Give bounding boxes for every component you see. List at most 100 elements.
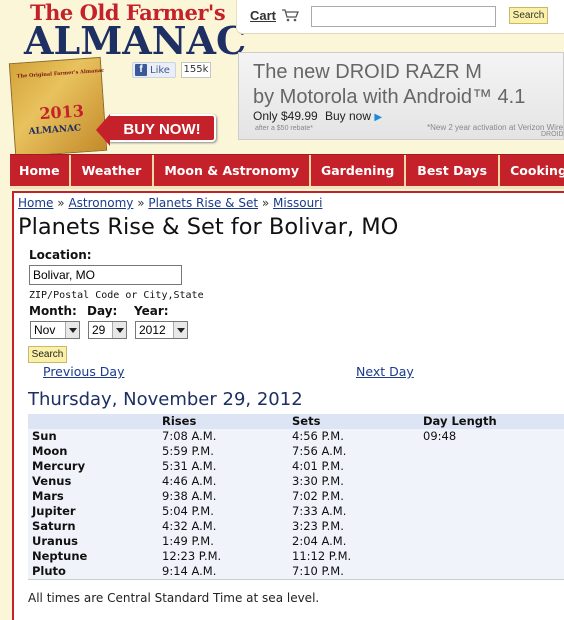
set-time: 11:12 P.M.: [292, 549, 352, 563]
rise-time: 7:08 A.M.: [162, 429, 217, 443]
day-length: [423, 459, 564, 474]
almanac-book-image[interactable]: The Original Farmer's Almanac 2013 ALMAN…: [8, 56, 108, 158]
day-length: [423, 549, 564, 564]
ad-fine-print-brand: DROID: [541, 131, 564, 138]
date-heading: Thursday, November 29, 2012: [28, 389, 303, 410]
year-select[interactable]: 2012: [135, 321, 188, 339]
nav-best-days[interactable]: Best Days: [406, 155, 501, 186]
nav-gardening[interactable]: Gardening: [311, 155, 407, 186]
location-label: Location:: [29, 248, 92, 262]
set-time: 7:33 A.M.: [292, 504, 347, 518]
ad-buy-label: Buy now: [325, 109, 372, 123]
set-time: 4:01 P.M.: [292, 459, 344, 473]
page-title: Planets Rise & Set for Bolivar, MO: [18, 214, 399, 240]
table-row: Uranus 1:49 P.M. 2:04 A.M.: [28, 534, 564, 549]
nav-divider: [10, 186, 564, 189]
rise-time: 12:23 P.M.: [162, 549, 222, 563]
planet-name: Moon: [32, 444, 68, 458]
next-day-link[interactable]: Next Day: [356, 364, 414, 379]
chevron-down-icon: [173, 322, 187, 338]
ad-headline: The new DROID RAZR M: [253, 61, 482, 83]
chevron-down-icon: [65, 322, 79, 338]
nav-home[interactable]: Home: [10, 155, 71, 186]
cart-icon[interactable]: [281, 8, 299, 22]
set-time: 3:23 P.M.: [292, 519, 344, 533]
planet-name: Jupiter: [32, 504, 76, 518]
table-header-row: Rises Sets Day Length: [28, 414, 564, 429]
nav-cooking[interactable]: Cooking & R: [500, 155, 564, 186]
breadcrumb-separator: »: [137, 196, 145, 210]
planet-name: Uranus: [32, 534, 78, 548]
book-cover-tagline: The Original Farmer's Almanac: [16, 67, 105, 80]
day-length: [423, 564, 564, 580]
location-input[interactable]: Bolivar, MO: [29, 265, 182, 285]
timezone-footnote: All times are Central Standard Time at s…: [28, 591, 320, 605]
ad-price: Only $49.99: [253, 109, 318, 123]
location-hint: ZIP/Postal Code or City,State: [29, 290, 204, 301]
advertisement-banner[interactable]: The new DROID RAZR M by Motorola with An…: [238, 52, 564, 140]
nav-weather[interactable]: Weather: [71, 155, 155, 186]
cart-link[interactable]: Cart: [250, 8, 276, 23]
planet-name: Venus: [32, 474, 72, 488]
planet-name: Mars: [32, 489, 64, 503]
site-search-button[interactable]: Search: [509, 7, 548, 24]
table-row: Venus 4:46 A.M. 3:30 P.M.: [28, 474, 564, 489]
table-row: Mercury 5:31 A.M. 4:01 P.M.: [28, 459, 564, 474]
day-label: Day:: [87, 304, 118, 318]
like-count: 155k: [181, 62, 211, 78]
rise-time: 1:49 P.M.: [162, 534, 214, 548]
breadcrumb-separator: »: [57, 196, 65, 210]
facebook-icon: f: [135, 64, 147, 76]
rise-time: 9:38 A.M.: [162, 489, 217, 503]
arrow-right-icon: ▶: [374, 112, 383, 123]
rise-time: 5:59 P.M.: [162, 444, 214, 458]
day-length: [423, 504, 564, 519]
table-row: Pluto 9:14 A.M. 7:10 P.M.: [28, 564, 564, 580]
main-navigation: Home Weather Moon & Astronomy Gardening …: [10, 154, 564, 186]
day-length: 09:48: [423, 429, 457, 443]
ad-buy-now-link[interactable]: Buy now ▶: [325, 109, 382, 123]
day-length: [423, 519, 564, 534]
planet-name: Saturn: [32, 519, 76, 533]
search-button[interactable]: Search: [28, 346, 67, 363]
day-select-value: 29: [92, 323, 106, 337]
site-search-input[interactable]: [311, 6, 496, 27]
logo-almanac[interactable]: ALMANAC: [24, 18, 246, 63]
day-select[interactable]: 29: [88, 321, 127, 339]
planet-name: Neptune: [32, 549, 88, 563]
set-time: 7:02 P.M.: [292, 489, 344, 503]
column-header-day-length: Day Length: [423, 414, 564, 429]
rise-time: 9:14 A.M.: [162, 564, 292, 580]
chevron-down-icon: [112, 322, 126, 338]
buy-now-button[interactable]: BUY NOW!: [96, 114, 216, 146]
column-header-sets: Sets: [292, 414, 423, 429]
ad-subheadline: by Motorola with Android™ 4.1: [253, 86, 526, 108]
table-row: Saturn 4:32 A.M. 3:23 P.M.: [28, 519, 564, 534]
rise-time: 4:46 A.M.: [162, 474, 217, 488]
planet-name: Pluto: [28, 564, 162, 580]
day-length: [423, 474, 564, 489]
day-length: [423, 534, 564, 549]
breadcrumb-planets-rise-set[interactable]: Planets Rise & Set: [148, 196, 258, 210]
ad-rebate-note: after a $50 rebate*: [255, 125, 313, 132]
column-header-rises: Rises: [162, 414, 292, 429]
previous-day-link[interactable]: Previous Day: [43, 364, 124, 379]
set-time: 7:56 A.M.: [292, 444, 347, 458]
breadcrumb-home[interactable]: Home: [18, 196, 53, 210]
day-length: [423, 444, 564, 459]
book-cover-title: ALMANAC: [28, 123, 82, 138]
breadcrumb: Home » Astronomy » Planets Rise & Set » …: [18, 196, 322, 210]
table-row: Sun 7:08 A.M. 4:56 P.M. 09:48: [28, 429, 564, 444]
day-length: [423, 489, 564, 504]
planet-name: Sun: [32, 429, 57, 443]
rise-time: 5:31 A.M.: [162, 459, 217, 473]
table-row: Jupiter 5:04 P.M. 7:33 A.M.: [28, 504, 564, 519]
breadcrumb-astronomy[interactable]: Astronomy: [68, 196, 133, 210]
facebook-like-button[interactable]: f Like: [132, 62, 176, 78]
table-row: Mars 9:38 A.M. 7:02 P.M.: [28, 489, 564, 504]
rise-time: 4:32 A.M.: [162, 519, 217, 533]
nav-moon-astronomy[interactable]: Moon & Astronomy: [154, 155, 311, 186]
month-select[interactable]: Nov: [30, 321, 80, 339]
breadcrumb-separator: »: [261, 196, 270, 210]
breadcrumb-missouri[interactable]: Missouri: [273, 196, 322, 210]
